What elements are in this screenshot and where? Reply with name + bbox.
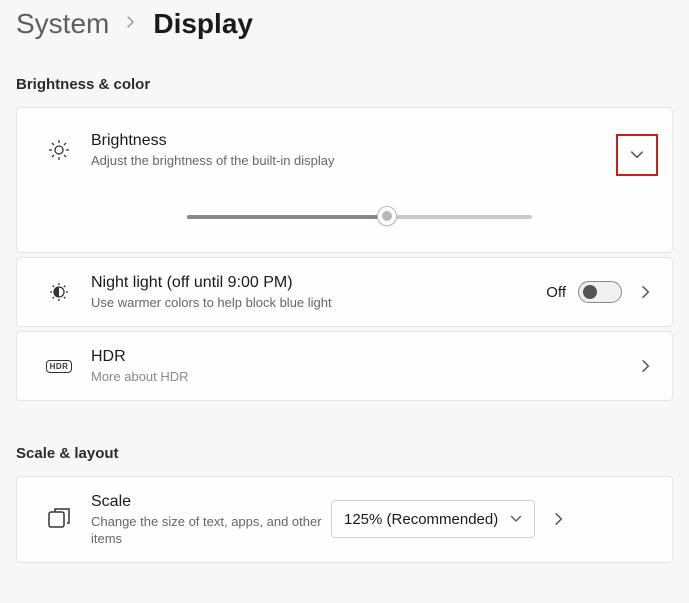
chevron-down-icon [630, 148, 644, 162]
night-light-icon [27, 280, 91, 304]
night-light-toggle[interactable] [578, 281, 622, 303]
chevron-right-icon [639, 359, 653, 373]
hdr-title: HDR [91, 346, 634, 368]
breadcrumb: System Display [16, 8, 673, 40]
scale-dropdown-value: 125% (Recommended) [344, 511, 498, 528]
breadcrumb-current: Display [153, 8, 253, 40]
night-light-subtitle: Use warmer colors to help block blue lig… [91, 294, 546, 312]
slider-thumb[interactable] [377, 206, 397, 226]
hdr-icon: HDR [27, 360, 91, 373]
scale-chevron[interactable] [547, 507, 571, 531]
brightness-expand-button[interactable] [616, 134, 658, 176]
scale-dropdown[interactable]: 125% (Recommended) [331, 500, 535, 538]
scale-subtitle: Change the size of text, apps, and other… [91, 513, 331, 548]
scale-card[interactable]: Scale Change the size of text, apps, and… [16, 476, 673, 563]
brightness-subtitle: Adjust the brightness of the built-in di… [91, 152, 616, 170]
brightness-card: Brightness Adjust the brightness of the … [16, 107, 673, 253]
hdr-subtitle: More about HDR [91, 368, 634, 386]
brightness-slider[interactable] [187, 210, 532, 224]
night-light-chevron[interactable] [634, 280, 658, 304]
chevron-right-icon [125, 15, 137, 33]
hdr-chevron[interactable] [634, 354, 658, 378]
scale-title: Scale [91, 491, 331, 513]
chevron-down-icon [510, 513, 522, 525]
chevron-right-icon [552, 512, 566, 526]
sun-icon [27, 138, 91, 162]
slider-fill [187, 215, 387, 219]
brightness-title: Brightness [91, 130, 616, 152]
night-light-card[interactable]: Night light (off until 9:00 PM) Use warm… [16, 257, 673, 327]
breadcrumb-parent[interactable]: System [16, 8, 109, 40]
night-light-toggle-label: Off [546, 284, 566, 301]
toggle-knob [583, 285, 597, 299]
hdr-card[interactable]: HDR HDR More about HDR [16, 331, 673, 401]
scale-icon [27, 506, 91, 532]
section-header-scale-layout: Scale & layout [16, 445, 673, 462]
chevron-right-icon [639, 285, 653, 299]
night-light-title: Night light (off until 9:00 PM) [91, 272, 546, 294]
section-header-brightness-color: Brightness & color [16, 76, 673, 93]
